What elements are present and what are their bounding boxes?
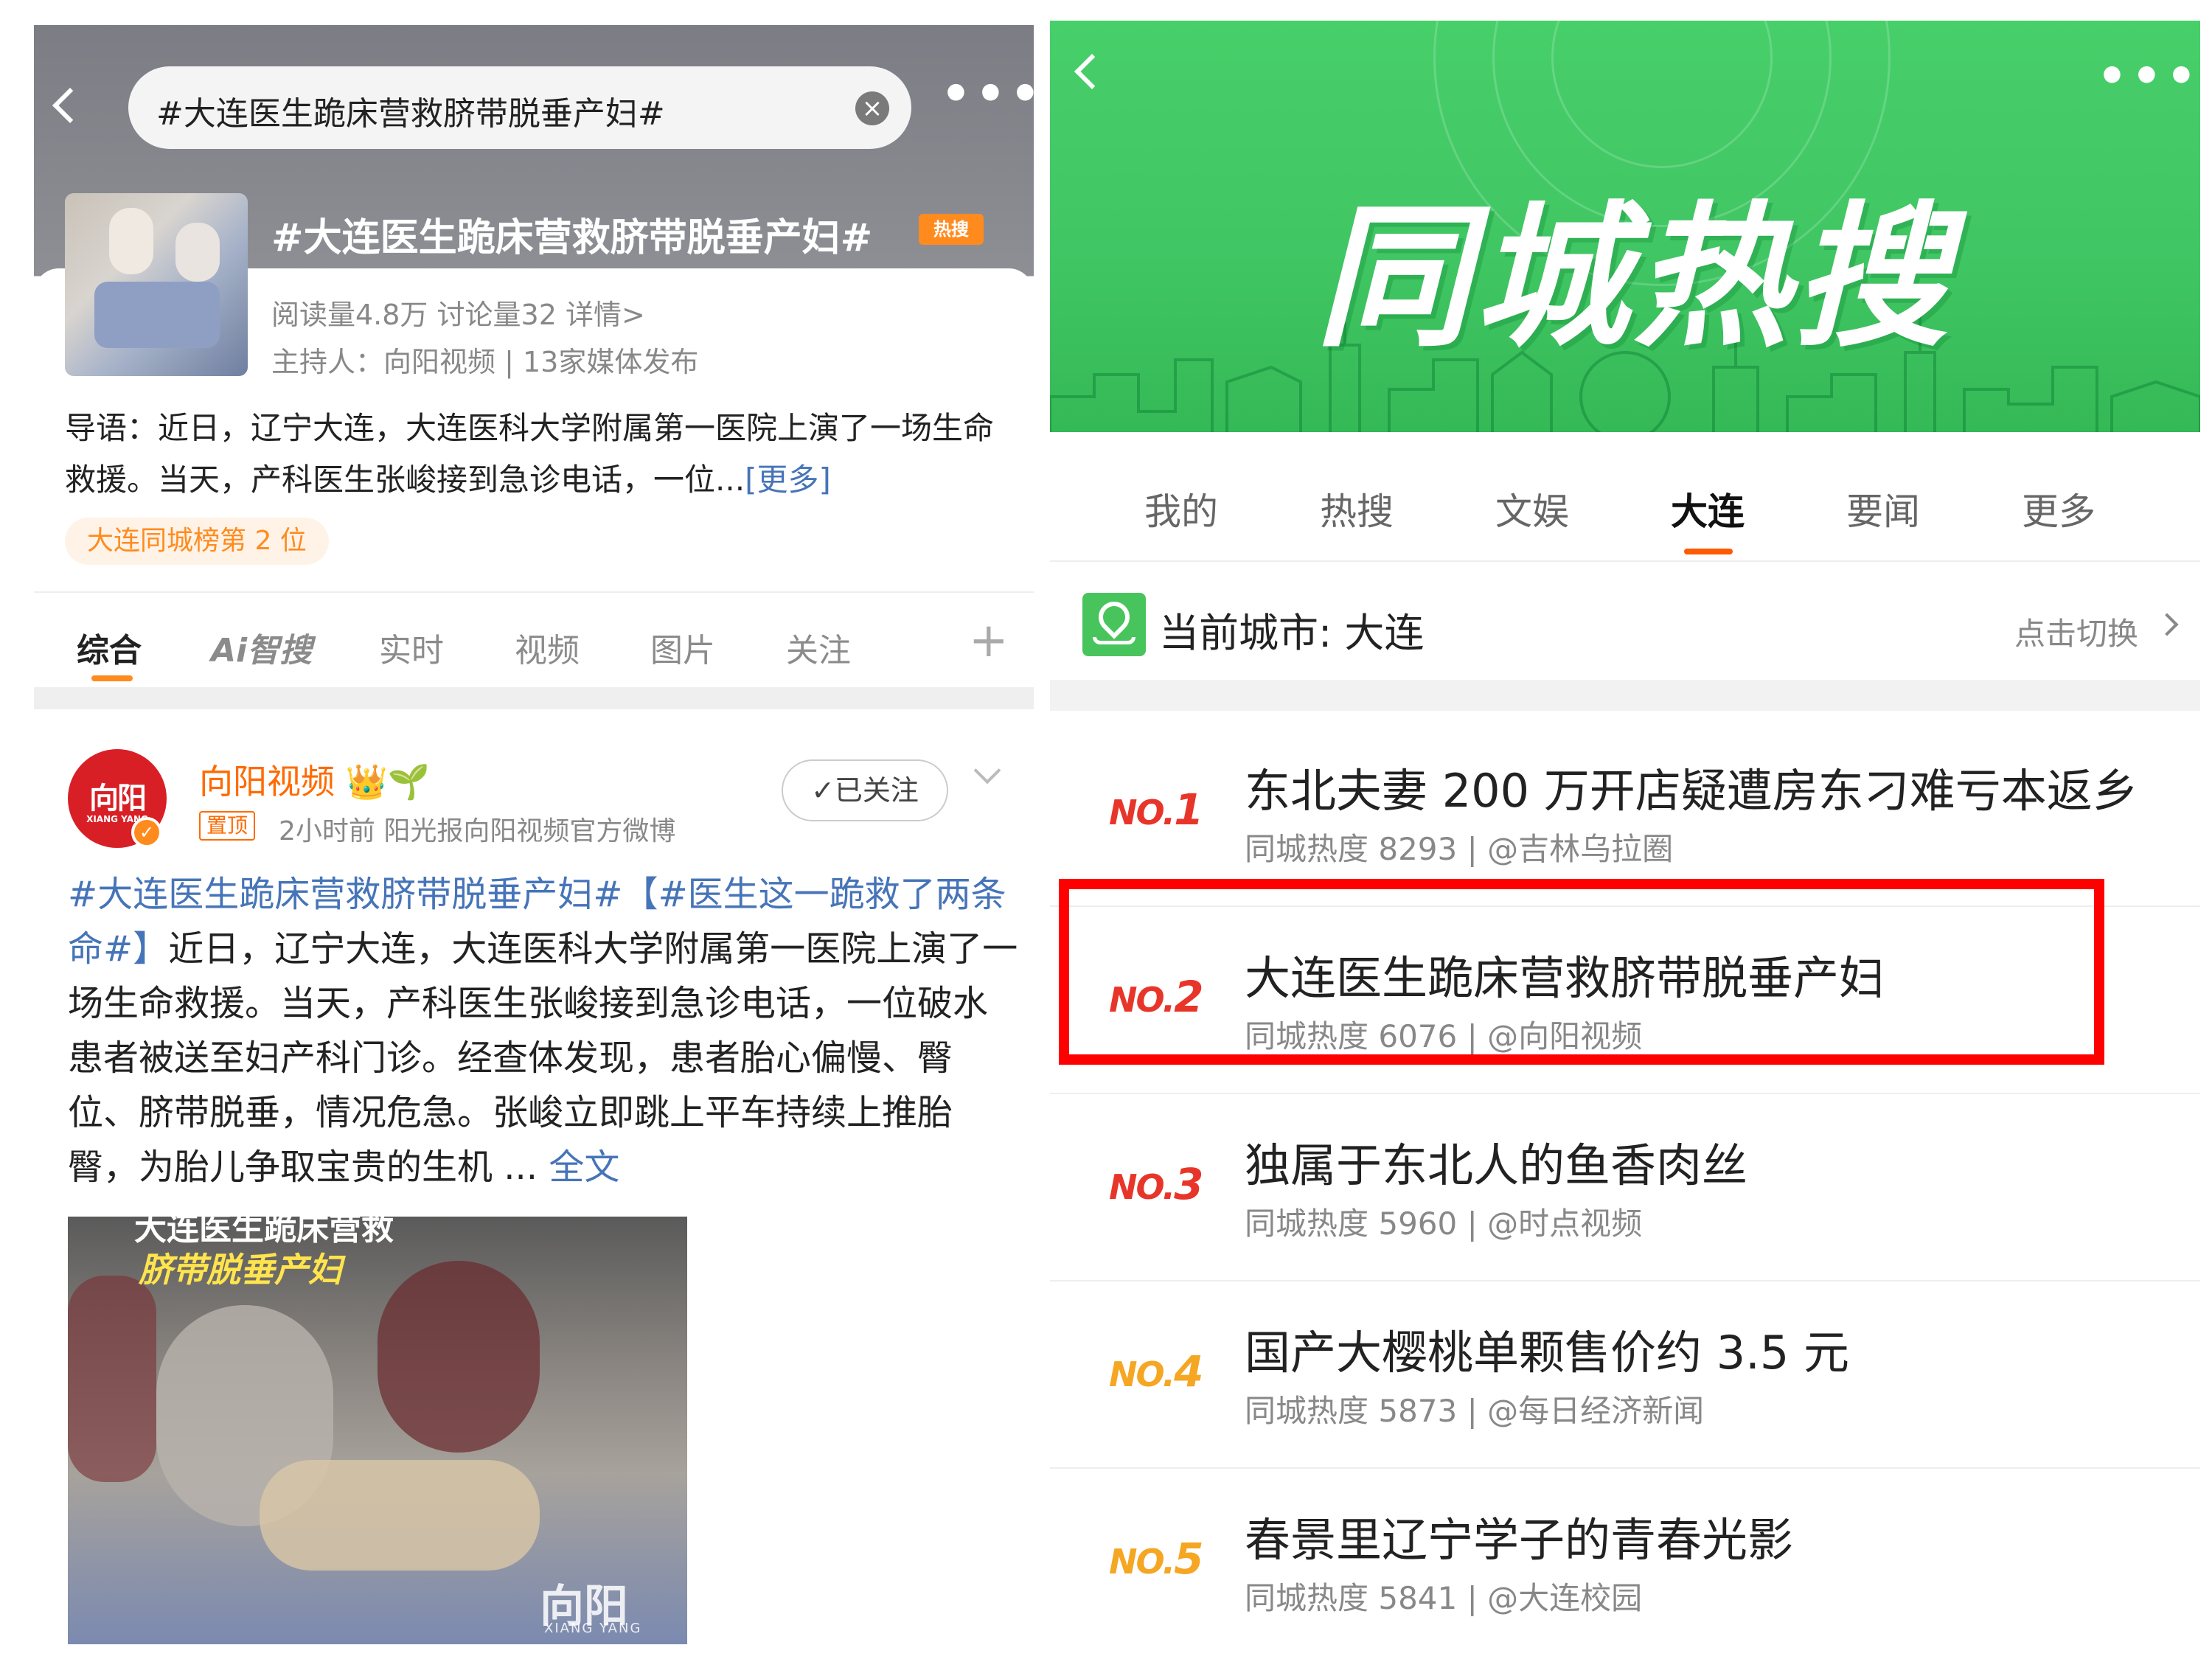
rank-number: 4: [1174, 1346, 1203, 1397]
switch-city-link[interactable]: 点击切换: [2014, 609, 2138, 654]
rank-label: NO.1: [1109, 785, 1203, 835]
pinned-badge: 置顶: [199, 811, 256, 841]
verified-badge-icon: ✓: [131, 817, 162, 848]
tab-dalian[interactable]: 大连: [1671, 482, 1745, 535]
rank-prefix: NO.: [1109, 793, 1175, 832]
city-hot-search-banner: 同城热搜 •••: [1050, 21, 2200, 432]
tab-video[interactable]: 视频: [515, 624, 580, 671]
chevron-down-icon[interactable]: [973, 757, 1001, 785]
tab-news[interactable]: 要闻: [1846, 482, 1920, 535]
section-divider: [1050, 680, 2200, 711]
tab-mine[interactable]: 我的: [1144, 482, 1218, 535]
more-options-icon[interactable]: •••: [2097, 53, 2200, 100]
search-input[interactable]: #大连医生跪床营救脐带脱垂产妇#: [156, 87, 665, 134]
section-divider: [34, 687, 1034, 709]
weibo-topic-panel: #大连医生跪床营救脐带脱垂产妇# × ••• #大连医生跪床营救脐带脱垂产妇# …: [34, 25, 1034, 1655]
topic-intro: 导语：近日，辽宁大连，大连医科大学附属第一医院上演了一场生命救援。当天，产科医生…: [65, 403, 1016, 506]
tab-realtime[interactable]: 实时: [379, 624, 444, 671]
intro-more-link[interactable]: [更多]: [745, 462, 831, 498]
item-heat-source: 同城热度 5960 | @时点视频: [1245, 1206, 1643, 1242]
item-title[interactable]: 春景里辽宁学子的青春光影: [1245, 1503, 1793, 1569]
post-text: #大连医生跪床营救脐带脱垂产妇#【#医生这一跪救了两条命#】近日，辽宁大连，大连…: [68, 867, 1019, 1194]
rank-number: 3: [1174, 1159, 1203, 1209]
video-watermark-sub: XIANG YANG: [544, 1621, 642, 1636]
rank-prefix: NO.: [1109, 1542, 1175, 1582]
item-title[interactable]: 国产大樱桃单颗售价约 3.5 元: [1245, 1315, 1849, 1382]
topic-thumbnail[interactable]: [65, 193, 248, 376]
rank-number: 5: [1174, 1534, 1203, 1584]
intro-text: 导语：近日，辽宁大连，大连医科大学附属第一医院上演了一场生命救援。当天，产科医生…: [65, 410, 995, 498]
topic-hashtag-link[interactable]: #大连医生跪床营救脐带脱垂产妇#: [68, 874, 622, 915]
author-avatar[interactable]: 向阳 XIANG YANG ✓: [68, 749, 167, 848]
tab-more[interactable]: 更多: [2022, 482, 2096, 535]
video-caption-line2: 脐带脱垂产妇: [139, 1250, 342, 1290]
highlight-box: [1059, 879, 2104, 1065]
tab-general[interactable]: 综合: [77, 624, 142, 671]
rank-label: NO.3: [1109, 1159, 1203, 1209]
tab-ai-search[interactable]: Ai智搜: [211, 624, 312, 671]
topic-stats[interactable]: 阅读量4.8万 讨论量32 详情>: [271, 292, 645, 333]
author-name[interactable]: 向阳视频 👑🌱: [199, 755, 430, 804]
tab-hot-search[interactable]: 热搜: [1320, 482, 1394, 535]
hot-search-item[interactable]: NO.3 独属于东北人的鱼香肉丝同城热度 5960 | @时点视频: [1050, 1093, 2200, 1281]
location-pin-icon: [1082, 593, 1146, 656]
rank-prefix: NO.: [1109, 1167, 1175, 1207]
topic-host: 主持人：向阳视频 | 13家媒体发布: [271, 346, 699, 378]
active-tab-indicator: [91, 675, 133, 681]
post-body: 近日，辽宁大连，大连医科大学附属第一医院上演了一场生命救援。当天，产科医生张峻接…: [68, 928, 1018, 1188]
tab-entertainment[interactable]: 文娱: [1495, 482, 1569, 535]
post-video[interactable]: 大连医生跪床营救 脐带脱垂产妇 向阳 XIANG YANG: [68, 1217, 687, 1644]
back-arrow-icon[interactable]: [1074, 53, 1110, 90]
current-city-row: 当前城市: 大连 点击切换: [1050, 563, 2200, 680]
item-title[interactable]: 东北夫妻 200 万开店疑遭房东刁难亏本返乡: [1245, 754, 2138, 820]
full-text-link[interactable]: 全文: [549, 1147, 619, 1188]
topic-tabs: 综合 Ai智搜 实时 视频 图片 关注 +: [34, 591, 1034, 687]
rank-label: NO.4: [1109, 1346, 1203, 1397]
item-heat-source: 同城热度 5873 | @每日经济新闻: [1245, 1393, 1705, 1429]
following-button[interactable]: ✓已关注: [782, 759, 948, 821]
add-tab-icon[interactable]: +: [969, 613, 1009, 668]
item-heat-source: 同城热度 5841 | @大连校园: [1245, 1580, 1643, 1616]
category-tabs: 我的 热搜 文娱 大连 要闻 更多: [1050, 432, 2200, 562]
avatar-text: 向阳: [89, 782, 147, 815]
tab-following[interactable]: 关注: [786, 624, 851, 671]
tab-images[interactable]: 图片: [650, 624, 715, 671]
hot-search-item[interactable]: NO.4 国产大樱桃单颗售价约 3.5 元同城热度 5873 | @每日经济新闻: [1050, 1280, 2200, 1469]
city-hot-search-panel: 同城热搜 ••• 我的 热搜 文娱 大连 要闻 更多 当前城市: 大连 点击切换…: [1050, 21, 2200, 1655]
more-options-icon[interactable]: •••: [941, 71, 1034, 118]
rank-label: NO.5: [1109, 1534, 1203, 1584]
rank-number: 1: [1174, 785, 1203, 835]
hot-search-item[interactable]: NO.5 春景里辽宁学子的青春光影同城热度 5841 | @大连校园: [1050, 1467, 2200, 1655]
item-heat-source: 同城热度 8293 | @吉林乌拉圈: [1245, 831, 1674, 867]
topic-title: #大连医生跪床营救脐带脱垂产妇#: [271, 216, 873, 260]
post-meta: 2小时前 阳光报向阳视频官方微博: [279, 816, 676, 846]
clear-icon[interactable]: ×: [855, 91, 889, 125]
chevron-right-icon[interactable]: [2155, 613, 2179, 636]
banner-title: 同城热搜: [1315, 187, 1953, 368]
rank-prefix: NO.: [1109, 1354, 1175, 1394]
item-title[interactable]: 独属于东北人的鱼香肉丝: [1245, 1128, 1747, 1194]
hot-badge: 热搜: [919, 214, 984, 245]
search-bar[interactable]: #大连医生跪床营救脐带脱垂产妇# ×: [128, 66, 911, 149]
current-city-label: 当前城市: 大连: [1159, 610, 1425, 656]
city-rank-chip[interactable]: 大连同城榜第 2 位: [65, 518, 329, 565]
active-tab-indicator: [1684, 549, 1733, 554]
